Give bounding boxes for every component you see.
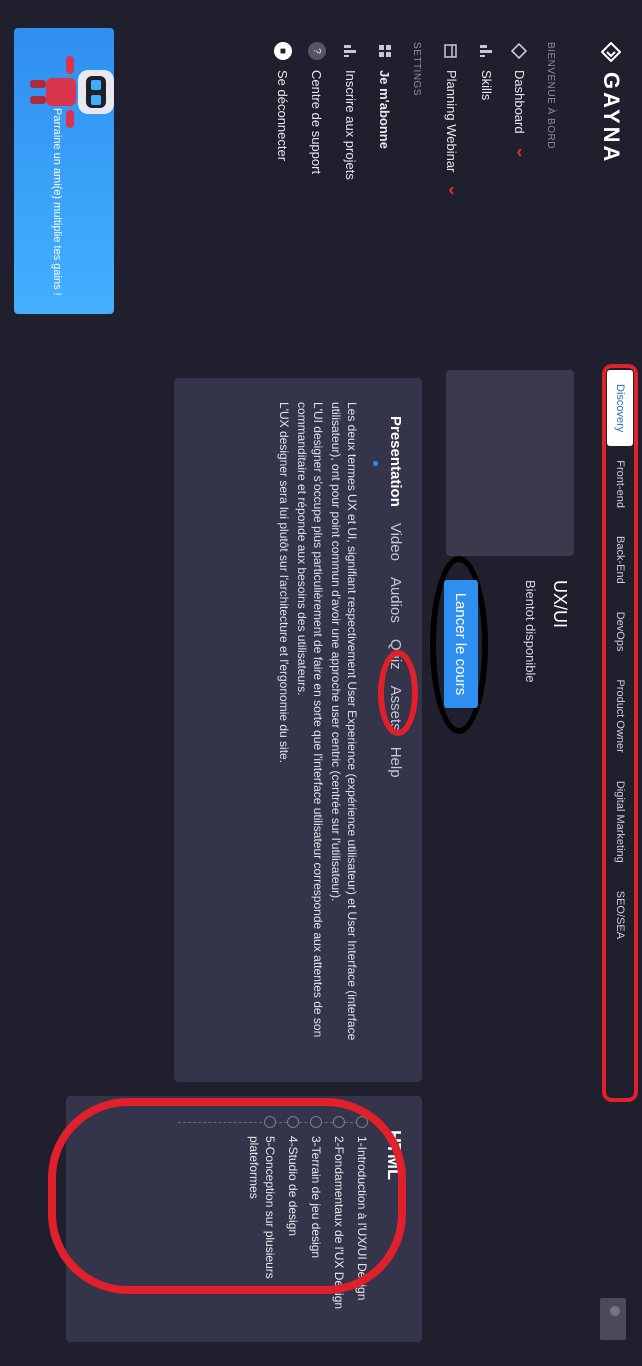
referral-promo-card[interactable]: Parraine un ami(e) multiplie tes gains !: [14, 28, 114, 314]
launch-course-button[interactable]: Lancer le cours: [444, 580, 478, 708]
sidebar-item-dashboard[interactable]: Dashboard ›: [509, 42, 530, 163]
course-content-panel: Presentation Video Audios Quiz Assets He…: [174, 378, 422, 1082]
logo-icon: [601, 42, 621, 62]
tab-front-end[interactable]: Front-end: [607, 446, 633, 522]
sidebar-item-label: Skills: [479, 70, 495, 101]
tab-audios[interactable]: Audios: [387, 577, 404, 623]
presentation-text: Les deux termes UX et UI, signifiant res…: [274, 402, 360, 1062]
diamond-icon: [511, 42, 529, 60]
tab-video[interactable]: Video: [387, 523, 404, 561]
brand-logo[interactable]: GAYNA: [598, 42, 624, 164]
calendar-icon: [443, 42, 461, 60]
help-icon: ?: [308, 42, 326, 60]
presentation-paragraph: L'UX designer sera lui plutôt sur l'arch…: [277, 402, 291, 764]
chevron-icon: ›: [516, 143, 523, 164]
sidebar-item-support[interactable]: ? Centre de support: [308, 42, 326, 174]
sidebar-item-planning-webinar[interactable]: Planning Webinar ›: [441, 42, 462, 202]
category-tabs: Discovery Front-end Back-End DevOps Prod…: [602, 364, 638, 1102]
sidebar-item-subscribe[interactable]: Je m'abonne: [376, 42, 394, 149]
tab-presentation[interactable]: Presentation: [387, 416, 404, 507]
avatar[interactable]: [600, 1298, 626, 1340]
brand-name: GAYNA: [599, 72, 624, 165]
sidebar-item-label: Je m'abonne: [377, 70, 393, 149]
chevron-icon: ›: [448, 181, 455, 202]
tab-seo-sea[interactable]: SEO/SEA: [607, 877, 633, 953]
tab-devops[interactable]: DevOps: [607, 598, 633, 666]
section-welcome: BIENVENUE À BORD: [545, 42, 556, 149]
sidebar-item-label: Planning Webinar: [444, 70, 459, 173]
robot-illustration: [30, 56, 114, 128]
grid-icon: [376, 42, 394, 60]
sidebar-item-projects[interactable]: Inscrire aux projets: [342, 42, 360, 180]
content-tabs: Presentation Video Audios Quiz Assets He…: [387, 416, 404, 794]
sidebar-item-label: Se déconnecter: [275, 70, 291, 162]
promo-text: Parraine un ami(e) multiplie tes gains !: [51, 108, 63, 296]
course-status: Bientot disponible: [523, 580, 538, 683]
tab-digital-marketing[interactable]: Digital Marketing: [607, 767, 633, 877]
tab-product-owner[interactable]: Product Owner: [607, 665, 633, 766]
tab-back-end[interactable]: Back-End: [607, 522, 633, 598]
sidebar-item-label: Dashboard: [512, 70, 527, 134]
sidebar-item-logout[interactable]: ■ Se déconnecter: [274, 42, 292, 161]
course-thumbnail: [446, 370, 574, 556]
sidebar-item-skills[interactable]: Skills: [478, 42, 496, 100]
section-settings: SETTINGS: [411, 42, 422, 97]
annotation-circle-chapters: [48, 1098, 406, 1294]
tab-discovery[interactable]: Discovery: [607, 370, 633, 447]
tab-help[interactable]: Help: [387, 747, 404, 778]
presentation-paragraph: L'UI designer s'occupe plus particulière…: [295, 402, 325, 1038]
course-title: UX/UI: [550, 580, 570, 629]
bar-chart-icon: [478, 42, 496, 60]
sidebar-item-label: Inscrire aux projets: [343, 70, 359, 180]
bar-chart-icon: [342, 42, 360, 60]
presentation-paragraph: Les deux termes UX et UI, signifiant res…: [329, 402, 359, 1041]
lock-icon: ■: [274, 42, 292, 60]
annotation-circle-quiz: [378, 650, 418, 736]
app-root: GAYNA BIENVENUE À BORD Dashboard › Skill…: [0, 0, 642, 1366]
sidebar-item-label: Centre de support: [309, 70, 325, 175]
